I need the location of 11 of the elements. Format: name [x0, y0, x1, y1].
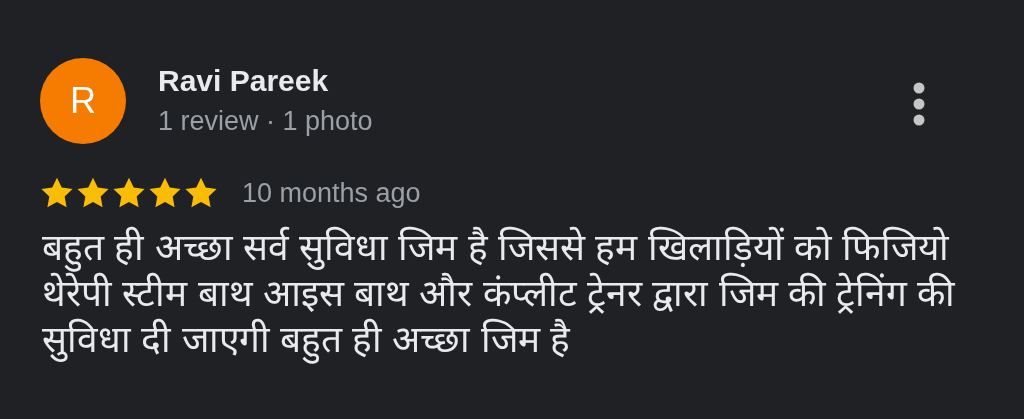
more-options-icon[interactable] — [912, 82, 926, 126]
star-icon — [148, 177, 182, 209]
review-text: बहुत ही अच्छा सर्व सुविधा जिम है जिससे हम खिलाड़ियों को फिजियो थेरेपी स्टीम बाथ आइस बाथ और कंप्लीट ट्रेनर द्वारा जिम की ट्रेनिंग की सुविधा दी जाएगी बहुत ही अच्छा जिम है — [42, 225, 984, 363]
review-time: 10 months ago — [242, 177, 421, 209]
review-meta: 1 review · 1 photo — [158, 105, 374, 138]
star-icon — [76, 177, 110, 209]
star-icon — [40, 177, 74, 209]
star-icon — [112, 177, 146, 209]
author-name[interactable]: Ravi Pareek — [158, 62, 912, 100]
star-icon — [184, 177, 218, 209]
avatar: R — [40, 58, 126, 144]
